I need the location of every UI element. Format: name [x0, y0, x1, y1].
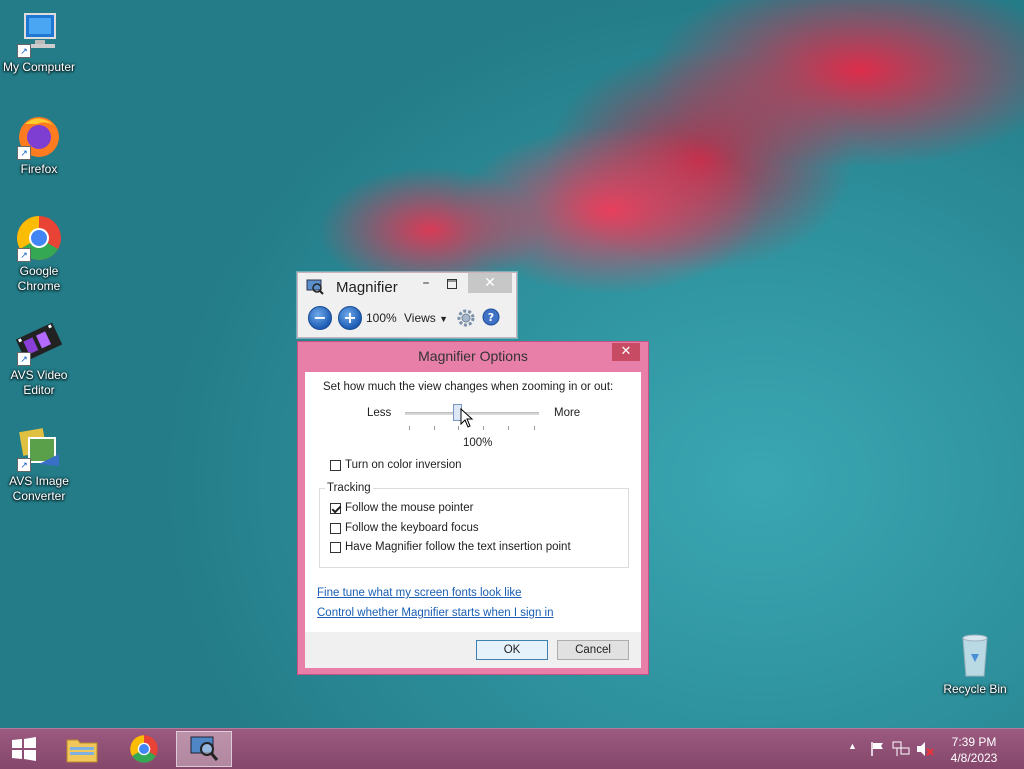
folder-icon: [66, 739, 98, 763]
action-center-flag-icon[interactable]: [870, 741, 886, 757]
follow-mouse-checkbox[interactable]: [330, 503, 341, 514]
slider-tick: [534, 426, 535, 430]
dialog-close-button[interactable]: ✕: [612, 343, 640, 361]
desktop-icon-recycle-bin[interactable]: Recycle Bin: [936, 632, 1014, 697]
network-icon[interactable]: [892, 741, 910, 757]
desktop-icon-label: Recycle Bin: [943, 682, 1007, 696]
desktop-icon-chrome[interactable]: ↗ Google Chrome: [0, 214, 78, 294]
follow-keyboard-checkbox[interactable]: [330, 523, 341, 534]
desktop-icon-label: AVS Video Editor: [10, 368, 68, 397]
recycle-bin-icon: [951, 632, 999, 680]
computer-icon: ↗: [15, 10, 63, 58]
desktop-icon-label: AVS Image Converter: [9, 474, 69, 503]
magnifier-options-dialog: Magnifier Options ✕ Set how much the vie…: [297, 341, 649, 675]
follow-text-checkbox[interactable]: [330, 542, 341, 553]
follow-mouse-label: Follow the mouse pointer: [345, 502, 474, 514]
slider-tick: [458, 426, 459, 430]
desktop-icon-avs-image-converter[interactable]: ↗ AVS Image Converter: [0, 424, 78, 504]
slider-value: 100%: [463, 437, 493, 449]
slider-tick: [409, 426, 410, 430]
color-inversion-label: Turn on color inversion: [345, 459, 462, 471]
desktop-icon-label: Google Chrome: [17, 264, 61, 293]
maximize-button[interactable]: [442, 275, 462, 293]
taskbar-file-explorer[interactable]: [54, 731, 110, 767]
volume-muted-icon[interactable]: [916, 741, 934, 757]
shortcut-arrow-icon: ↗: [17, 146, 31, 160]
slider-tick: [508, 426, 509, 430]
close-button[interactable]: ✕: [468, 273, 512, 293]
desktop-icon-avs-video-editor[interactable]: ↗ AVS Video Editor: [0, 318, 78, 398]
shortcut-arrow-icon: ↗: [17, 44, 31, 58]
dialog-title: Magnifier Options: [418, 348, 528, 364]
windows-logo-icon: [12, 737, 36, 761]
gear-icon: [457, 309, 475, 327]
shortcut-arrow-icon: ↗: [17, 248, 31, 262]
chrome-icon: [130, 735, 158, 763]
dialog-body: Set how much the view changes when zoomi…: [305, 372, 641, 668]
help-icon: ?: [482, 308, 500, 326]
magnifier-app-icon: [306, 279, 324, 298]
zoom-in-button[interactable]: +: [338, 306, 362, 330]
more-label: More: [554, 407, 581, 419]
minimize-button[interactable]: –: [416, 275, 436, 293]
plus-icon: +: [343, 308, 357, 327]
shortcut-arrow-icon: ↗: [17, 458, 31, 472]
ok-button[interactable]: OK: [476, 640, 548, 660]
views-label: Views: [404, 311, 436, 325]
zoom-out-button[interactable]: −: [308, 306, 332, 330]
dialog-footer: OK Cancel: [305, 632, 641, 668]
mouse-cursor-icon: [460, 408, 474, 428]
fonts-link[interactable]: Fine tune what my screen fonts look like: [317, 587, 522, 599]
firefox-icon: ↗: [15, 112, 63, 160]
magnifier-title: Magnifier: [336, 279, 398, 296]
magnifier-icon: [190, 736, 219, 761]
minus-icon: −: [313, 308, 327, 327]
system-tray: ▲ 7:39 PM 4/8/2023: [844, 729, 1024, 769]
magnifier-window: Magnifier – ✕ − + 100% Views ▼ ?: [297, 272, 517, 338]
color-inversion-checkbox[interactable]: [330, 460, 341, 471]
svg-text:?: ?: [488, 311, 494, 324]
desktop-icon-my-computer[interactable]: ↗ My Computer: [0, 10, 78, 75]
film-icon: ↗: [15, 318, 63, 366]
caret-down-icon: ▼: [439, 314, 449, 324]
views-dropdown[interactable]: Views ▼: [404, 311, 448, 325]
shortcut-arrow-icon: ↗: [17, 352, 31, 366]
desktop-icon-firefox[interactable]: ↗ Firefox: [0, 112, 78, 177]
show-hidden-icons-chevron-icon[interactable]: ▲: [848, 741, 857, 751]
start-button[interactable]: [0, 731, 48, 767]
clock[interactable]: 7:39 PM 4/8/2023: [944, 734, 1004, 766]
zoom-level: 100%: [366, 311, 397, 325]
clock-date: 4/8/2023: [950, 751, 998, 765]
image-converter-icon: ↗: [15, 424, 63, 472]
desktop-icon-label: My Computer: [2, 60, 76, 74]
signin-link[interactable]: Control whether Magnifier starts when I …: [317, 607, 554, 619]
less-label: Less: [367, 407, 392, 419]
slider-tick: [434, 426, 435, 430]
clock-time: 7:39 PM: [951, 735, 997, 749]
desktop-icon-label: Firefox: [20, 162, 58, 176]
options-gear-button[interactable]: [456, 308, 476, 331]
tracking-label: Tracking: [325, 482, 373, 494]
slider-tick: [483, 426, 484, 430]
zoom-prompt: Set how much the view changes when zoomi…: [323, 381, 614, 393]
help-button[interactable]: ?: [482, 308, 500, 329]
taskbar-magnifier[interactable]: [176, 731, 232, 767]
magnifier-toolbar: − + 100% Views ▼ ?: [304, 303, 510, 331]
chrome-icon: ↗: [15, 214, 63, 262]
taskbar-chrome[interactable]: [116, 731, 172, 767]
taskbar: ▲ 7:39 PM 4/8/2023: [0, 728, 1024, 769]
cancel-button[interactable]: Cancel: [557, 640, 629, 660]
follow-keyboard-label: Follow the keyboard focus: [345, 522, 479, 534]
follow-text-label: Have Magnifier follow the text insertion…: [345, 541, 571, 553]
